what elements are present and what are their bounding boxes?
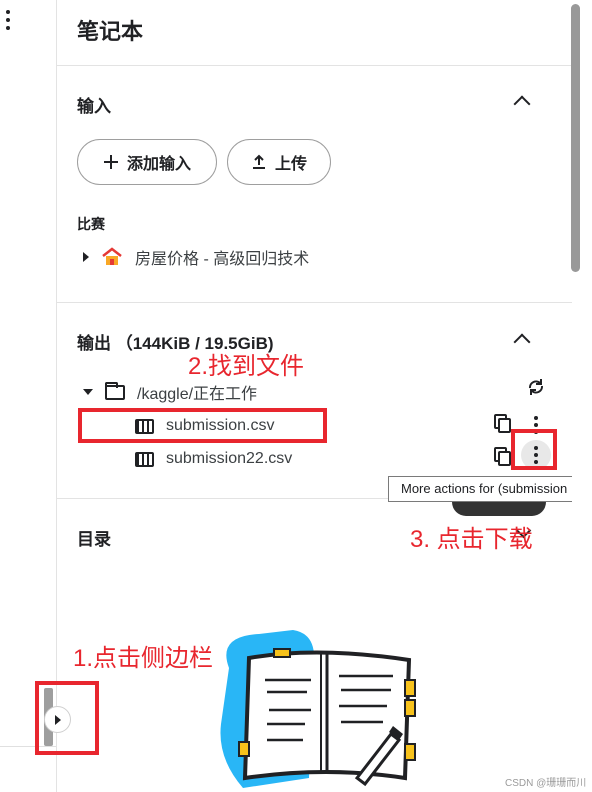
- annotation-step2: 2.找到文件: [188, 353, 305, 380]
- annotation-step1: 1.点击侧边栏: [73, 645, 214, 672]
- upload-icon: [252, 154, 265, 169]
- folder-path: /kaggle/正在工作: [137, 386, 258, 403]
- divider: [57, 65, 572, 66]
- competition-label: 比赛: [77, 216, 105, 232]
- chevron-up-icon[interactable]: [513, 333, 531, 351]
- panel-title: 笔记本: [77, 19, 144, 44]
- divider: [57, 302, 572, 303]
- upload-label: 上传: [274, 156, 307, 173]
- competition-item[interactable]: 房屋价格 - 高级回归技术: [83, 244, 309, 270]
- add-input-label: 添加输入: [126, 156, 191, 173]
- input-section-title: 输入: [77, 97, 111, 116]
- competition-name: 房屋价格 - 高级回归技术: [135, 251, 310, 268]
- caret-right-icon[interactable]: [83, 252, 89, 262]
- watermark: CSDN @珊珊而川: [505, 778, 587, 789]
- house-icon: [102, 247, 122, 265]
- folder-row[interactable]: /kaggle/正在工作: [83, 381, 257, 403]
- table-icon: [135, 451, 154, 467]
- refresh-icon[interactable]: [526, 377, 546, 397]
- more-vertical-icon[interactable]: [0, 8, 16, 32]
- annotation-box-file: [78, 408, 327, 443]
- upload-button[interactable]: 上传: [227, 139, 331, 185]
- file-row[interactable]: submission22.csv: [135, 447, 292, 471]
- annotation-box-sidebar: [35, 681, 99, 755]
- notebook-panel: 笔记本 输入 添加输入 上传 比赛 房屋价格 - 高级回归技术 输出 （144K…: [57, 0, 572, 792]
- notebook-illustration: [220, 630, 416, 788]
- more-actions-tooltip: More actions for (submission: [388, 476, 592, 502]
- annotation-box-more: [511, 429, 557, 470]
- add-input-button[interactable]: 添加输入: [77, 139, 217, 185]
- file-name: submission22.csv: [166, 450, 293, 467]
- toc-section-title: 目录: [77, 530, 111, 549]
- caret-down-icon[interactable]: [83, 389, 93, 395]
- copy-icon[interactable]: [494, 447, 512, 467]
- chevron-up-icon[interactable]: [513, 95, 531, 113]
- annotation-step3: 3. 点击下载: [410, 526, 533, 553]
- left-sidebar-rail: [0, 0, 71, 792]
- folder-icon: [105, 381, 125, 400]
- plus-icon: [103, 155, 118, 169]
- copy-icon[interactable]: [494, 414, 512, 434]
- scrollbar-thumb[interactable]: [571, 4, 580, 272]
